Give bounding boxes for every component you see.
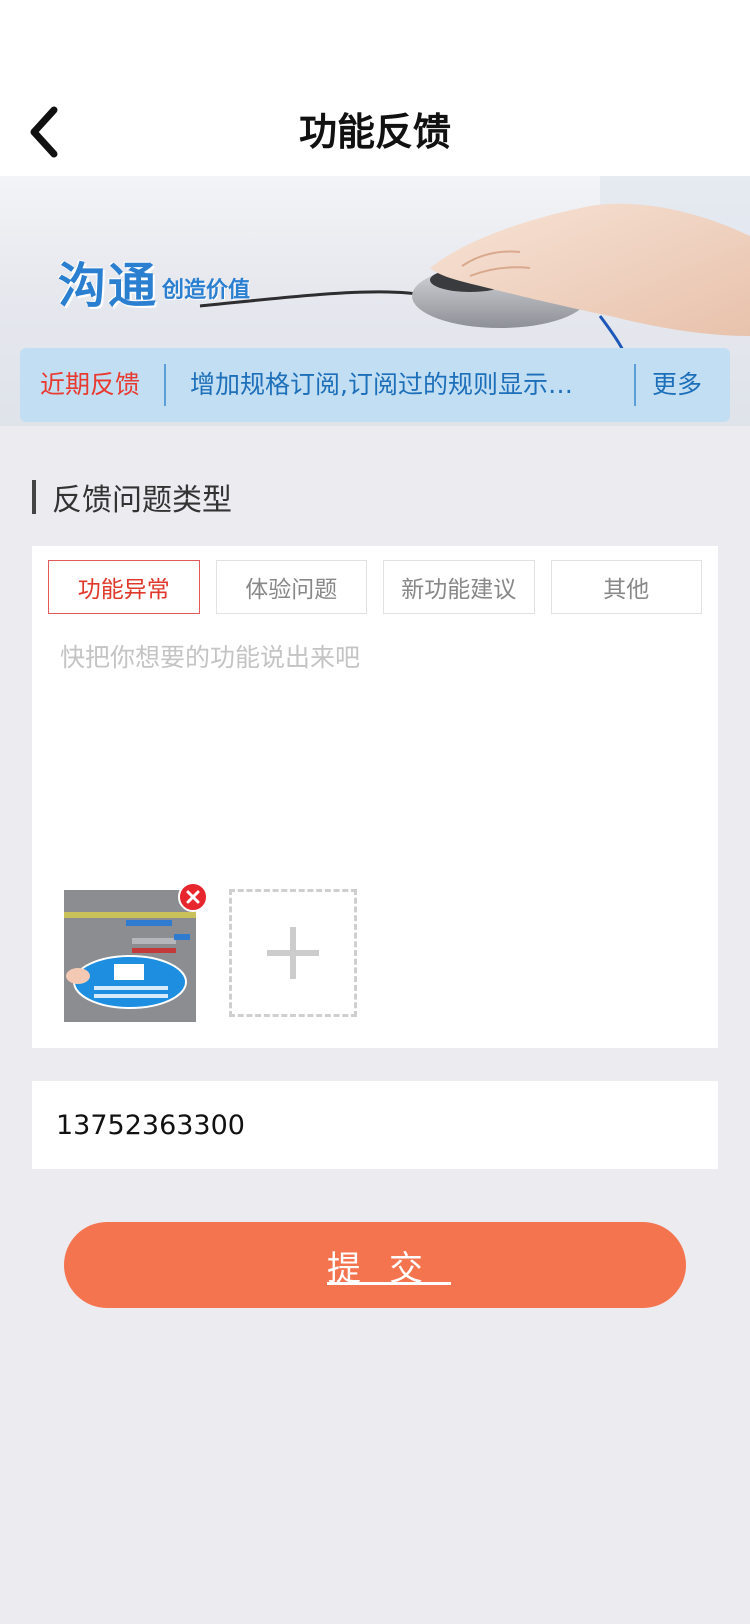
recent-feedback-item[interactable]: 增加规格订阅,订阅过的规则显示…: [190, 348, 610, 422]
plus-icon: [267, 927, 319, 979]
type-tab-new-feature[interactable]: 新功能建议: [383, 560, 535, 614]
feedback-type-tabs: 功能异常 体验问题 新功能建议 其他: [48, 560, 702, 614]
banner-tagline: 创造价值: [162, 278, 251, 303]
add-photo-button[interactable]: [229, 889, 357, 1017]
section-title: 反馈问题类型: [52, 483, 232, 518]
screenshot-thumbnail-image: [64, 890, 196, 1022]
feedback-textarea[interactable]: [60, 638, 686, 818]
banner-slogan: 沟通: [58, 258, 159, 314]
section-accent-bar: [32, 480, 36, 514]
type-tab-experience-issue[interactable]: 体验问题: [215, 560, 367, 614]
recent-feedback-label: 近期反馈: [40, 370, 141, 399]
divider: [634, 364, 636, 406]
attachment-thumbnail[interactable]: [64, 890, 196, 1022]
recent-feedback-strip: 近期反馈 增加规格订阅,订阅过的规则显示… 更多: [20, 348, 730, 422]
type-tab-function-error[interactable]: 功能异常: [48, 560, 200, 614]
contact-phone-input[interactable]: [56, 1081, 696, 1169]
feedback-card: 功能异常 体验问题 新功能建议 其他: [32, 546, 718, 1048]
status-bar: [0, 0, 750, 88]
navigation-bar: 功能反馈: [0, 88, 750, 176]
submit-button[interactable]: 提交: [64, 1222, 686, 1308]
divider: [164, 364, 166, 406]
submit-label: 提交: [327, 1248, 451, 1289]
remove-attachment-button[interactable]: [178, 882, 208, 912]
more-button[interactable]: 更多: [652, 348, 702, 422]
close-icon: [186, 890, 200, 904]
section-header: 反馈问题类型: [32, 474, 232, 520]
contact-field-container: [32, 1081, 718, 1169]
type-tab-other[interactable]: 其他: [550, 560, 702, 614]
page-title: 功能反馈: [298, 110, 451, 154]
